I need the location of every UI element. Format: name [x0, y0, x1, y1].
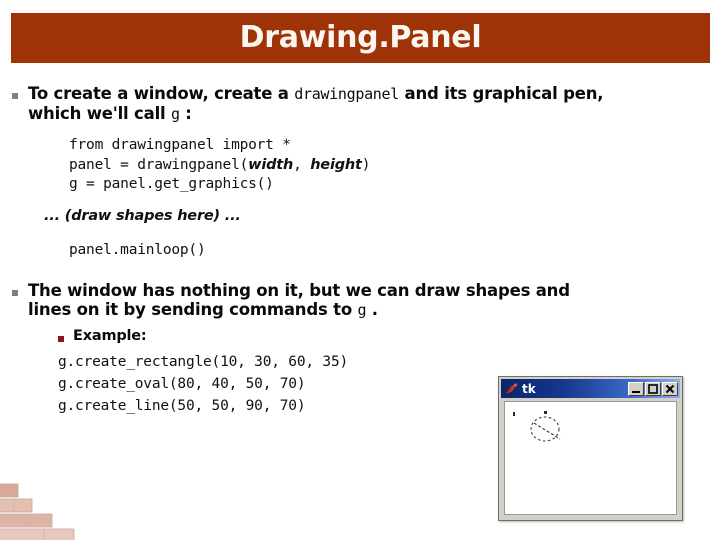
code-block-example-shapes: g.create_rectangle(10, 30, 60, 35) g.cre… [58, 351, 348, 417]
canvas-oval-shape [530, 416, 560, 442]
brick-stairs-decoration [0, 478, 105, 543]
code-line-mainloop: panel.mainloop() [69, 242, 206, 258]
bullet-item-create-window: To create a window, create a drawingpane… [12, 84, 712, 124]
close-icon [665, 384, 675, 393]
bullet-square-icon [12, 93, 18, 99]
page-title: Drawing.Panel [239, 20, 482, 55]
code-block-create-panel: from drawingpanel import * panel = drawi… [69, 136, 370, 195]
code-segment: panel = drawingpanel( [69, 156, 249, 173]
code-line-create-line: g.create_line(50, 50, 90, 70) [58, 398, 306, 414]
code-line-import: from drawingpanel import * [69, 137, 291, 153]
close-button[interactable] [662, 381, 678, 396]
bullet-text-segment: and its graphical pen, [399, 84, 604, 103]
sub-bullet-example-label: Example: [73, 328, 147, 344]
code-line-create-oval: g.create_oval(80, 40, 50, 70) [58, 376, 306, 392]
inline-code-drawingpanel: drawingpanel [294, 85, 400, 103]
bullet-text-segment: To create a window, create a [28, 84, 295, 103]
code-segment: ) [361, 156, 371, 173]
code-segment: , [293, 156, 311, 173]
sub-bullet-example: Example: [58, 328, 147, 345]
inline-code-g: g [171, 105, 180, 123]
code-comment-draw-shapes: ... (draw shapes here) ... [44, 208, 241, 224]
canvas-rectangle-shape [513, 412, 515, 416]
slide-title-banner: Drawing.Panel [11, 13, 710, 63]
tk-canvas-shapes [513, 411, 561, 442]
code-placeholder-width: width [248, 156, 294, 173]
code-block-mainloop: panel.mainloop() [69, 241, 206, 261]
minimize-icon [632, 390, 640, 393]
maximize-icon [648, 383, 658, 394]
code-line-get-graphics: g = panel.get_graphics() [69, 176, 274, 192]
maximize-button[interactable] [645, 381, 661, 396]
bullet-square-icon [12, 290, 18, 296]
bullet-text-segment: lines on it by sending commands to [28, 300, 358, 319]
tk-application-window[interactable]: tk [498, 376, 683, 521]
inline-code-g: g [357, 301, 367, 319]
bullet-square-icon [58, 336, 64, 342]
code-line-panel-assign: panel = drawingpanel(width, height) [69, 157, 370, 173]
bullet-text-segment: The window has nothing on it, but we can… [28, 281, 570, 300]
bullet-item-window-empty: The window has nothing on it, but we can… [12, 281, 702, 320]
bullet-item-create-window-text: To create a window, create a drawingpane… [28, 84, 604, 124]
bullet-text-segment: . [366, 300, 378, 319]
tk-drawing-canvas[interactable] [504, 401, 677, 515]
canvas-line-shape [533, 422, 561, 440]
bullet-item-window-empty-text: The window has nothing on it, but we can… [28, 281, 570, 320]
bullet-text-segment: which we'll call [28, 104, 172, 123]
code-line-create-rectangle: g.create_rectangle(10, 30, 60, 35) [58, 354, 349, 370]
tk-window-titlebar[interactable]: tk [501, 379, 680, 398]
tk-window-title: tk [522, 381, 536, 396]
minimize-button[interactable] [628, 381, 644, 396]
bullet-text-segment: : [179, 104, 192, 123]
tk-feather-icon [504, 382, 519, 396]
code-placeholder-height: height [310, 156, 362, 173]
